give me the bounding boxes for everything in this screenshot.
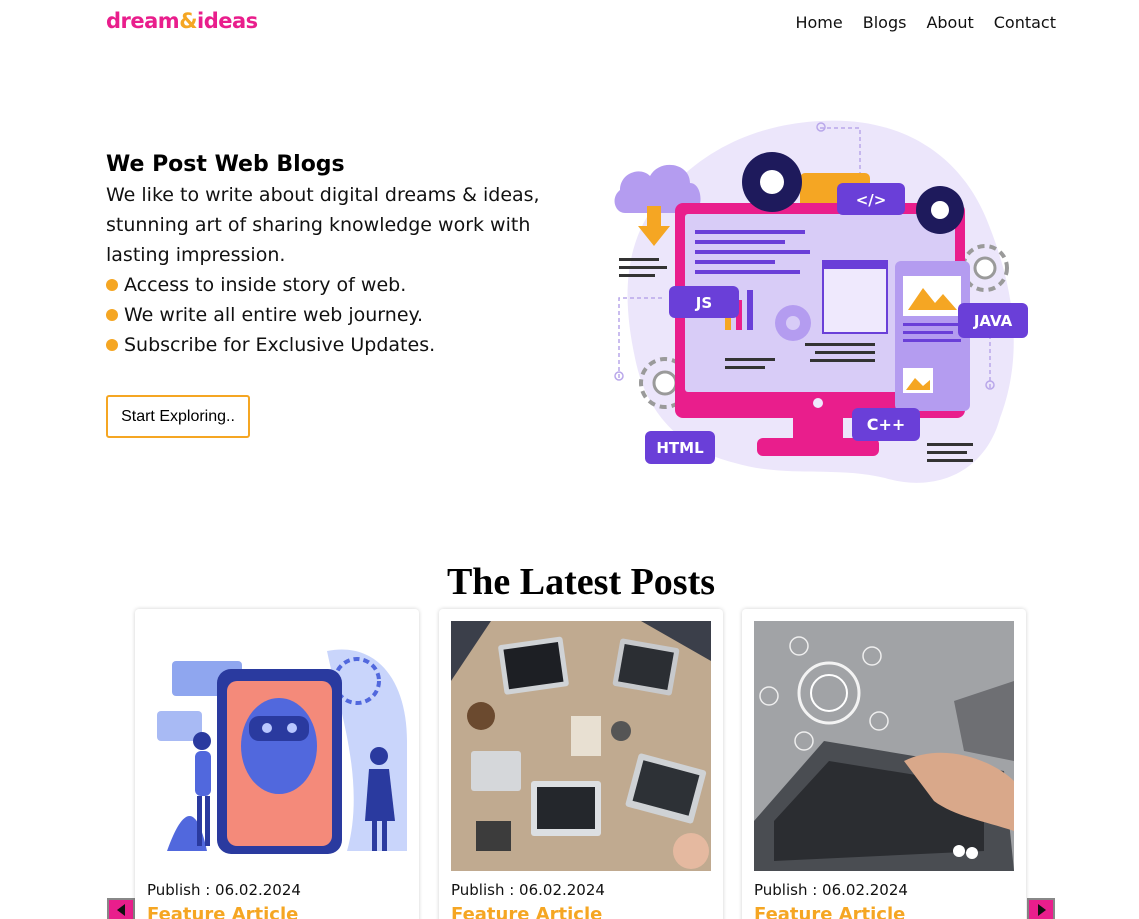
logo-text-ideas: ideas <box>197 9 258 33</box>
logo-ampersand: & <box>179 9 198 33</box>
badge-java-label: JAVA <box>973 312 1013 330</box>
start-exploring-button[interactable]: Start Exploring.. <box>106 395 250 438</box>
nav-link-contact[interactable]: Contact <box>994 13 1056 32</box>
post-thumbnail-team-laptops-photo[interactable] <box>451 621 711 871</box>
hero-title: We Post Web Blogs <box>106 152 345 177</box>
hero-bullet-list: Access to inside story of web. We write … <box>106 270 576 360</box>
post-card[interactable]: Publish : 06.02.2024 Feature Article <box>439 609 723 919</box>
carousel-prev-button[interactable] <box>107 898 135 919</box>
carousel-next-button[interactable] <box>1027 898 1055 919</box>
logo-text-dream: dream <box>106 9 180 33</box>
caret-left-icon <box>117 904 125 916</box>
bullet-dot-icon <box>106 339 118 351</box>
hero-bullet-text: Subscribe for Exclusive Updates. <box>124 334 436 356</box>
nav-link-blogs[interactable]: Blogs <box>863 13 907 32</box>
latest-posts-title: The Latest Posts <box>446 561 716 603</box>
hero-bullet: Access to inside story of web. <box>106 270 576 300</box>
post-category-link[interactable]: Feature Article <box>147 904 298 919</box>
post-thumbnail-ai-laptop-photo[interactable] <box>754 621 1014 871</box>
hero-bullet-text: Access to inside story of web. <box>124 274 407 296</box>
badge-cpp-label: C++ <box>867 415 906 434</box>
caret-right-icon <box>1038 904 1046 916</box>
post-card[interactable]: Publish : 06.02.2024 Feature Article <box>742 609 1026 919</box>
post-card[interactable]: Publish : 06.02.2024 Feature Article <box>135 609 419 919</box>
bullet-dot-icon <box>106 279 118 291</box>
nav-link-about[interactable]: About <box>926 13 973 32</box>
site-header: dream&ideas Home Blogs About Contact <box>0 0 1139 48</box>
post-category-link[interactable]: Feature Article <box>451 904 602 919</box>
web-development-illustration: </> JS JAVA C++ HTML <box>614 120 1028 483</box>
main-nav: Home Blogs About Contact <box>795 13 1056 32</box>
post-category-link[interactable]: Feature Article <box>754 904 905 919</box>
badge-html-label: HTML <box>656 439 704 457</box>
bullet-dot-icon <box>106 309 118 321</box>
hero-text: We Post Web Blogs We like to write about… <box>106 150 576 360</box>
post-publish-date: Publish : 06.02.2024 <box>754 881 908 899</box>
hero-description: We like to write about digital dreams & … <box>106 184 540 266</box>
post-publish-date: Publish : 06.02.2024 <box>147 881 301 899</box>
hero-bullet-text: We write all entire web journey. <box>124 304 424 326</box>
nav-link-home[interactable]: Home <box>795 13 842 32</box>
badge-js-label: JS <box>695 294 712 312</box>
badge-code-tag-label: </> <box>856 191 887 209</box>
post-publish-date: Publish : 06.02.2024 <box>451 881 605 899</box>
hero-bullet: We write all entire web journey. <box>106 300 576 330</box>
site-logo[interactable]: dream&ideas <box>106 9 258 33</box>
post-thumbnail-ai-robot-illustration[interactable] <box>147 621 407 871</box>
hero-bullet: Subscribe for Exclusive Updates. <box>106 330 576 360</box>
